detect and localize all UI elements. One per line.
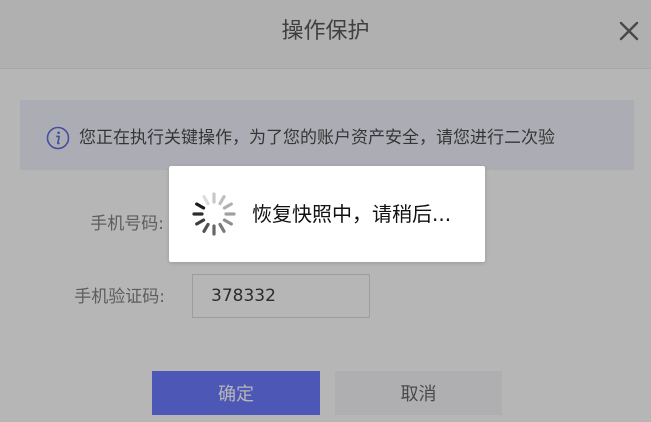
loading-text: 恢复快照中，请稍后... xyxy=(252,202,452,226)
loading-toast: 恢复快照中，请稍后... xyxy=(169,166,485,262)
spinner-icon xyxy=(191,191,237,237)
